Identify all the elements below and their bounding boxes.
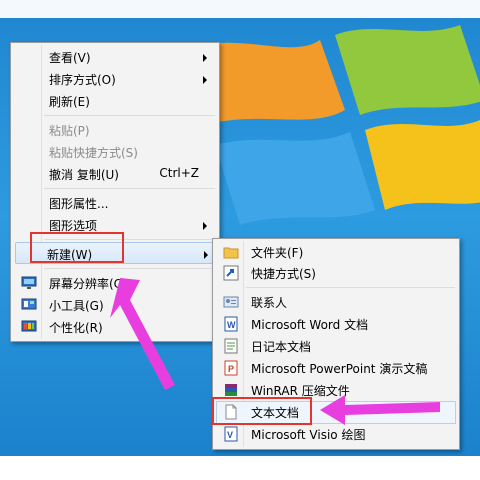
submenu-item-label: Microsoft Word 文档 — [251, 318, 369, 332]
submenu-item-label: 联系人 — [251, 296, 288, 310]
submenu-item-word-document[interactable]: W Microsoft Word 文档 — [215, 313, 457, 335]
menu-separator — [246, 287, 455, 288]
submenu-item-visio[interactable]: V Microsoft Visio 绘图 — [215, 423, 457, 445]
bottom-strip — [0, 456, 480, 480]
visio-icon: V — [224, 426, 238, 442]
submenu-arrow-icon — [203, 54, 207, 62]
menu-item-paste-shortcut[interactable]: 粘贴快捷方式(S) — [13, 141, 217, 163]
menu-item-label: 屏幕分辨率(C) — [49, 277, 127, 291]
menu-item-shortcut: Ctrl+Z — [159, 166, 199, 180]
svg-text:P: P — [228, 364, 234, 374]
menu-item-label: 小工具(G) — [49, 299, 104, 313]
menu-separator — [44, 115, 215, 116]
submenu-arrow-icon — [204, 251, 208, 259]
submenu-item-label: Microsoft PowerPoint 演示文稿 — [251, 362, 428, 376]
menu-item-undo-copy[interactable]: 撤消 复制(U) Ctrl+Z — [13, 163, 217, 185]
display-icon — [21, 276, 37, 289]
top-strip — [0, 0, 480, 18]
personalize-icon — [21, 320, 37, 332]
menu-item-view[interactable]: 查看(V) — [13, 46, 217, 68]
menu-item-screen-resolution[interactable]: 屏幕分辨率(C) — [13, 272, 217, 294]
menu-item-label: 撤消 复制(U) — [49, 168, 119, 182]
submenu-item-folder[interactable]: 文件夹(F) — [215, 241, 457, 263]
menu-item-label: 查看(V) — [49, 51, 91, 65]
submenu-item-label: 文件夹(F) — [251, 246, 304, 260]
powerpoint-icon: P — [224, 360, 238, 376]
desktop-context-menu: 查看(V) 排序方式(O) 刷新(E) 粘贴(P) 粘贴快捷方式(S) 撤消 复… — [10, 42, 220, 342]
menu-item-graphics-properties[interactable]: 图形属性... — [13, 192, 217, 214]
shortcut-icon — [223, 265, 239, 281]
submenu-item-powerpoint[interactable]: P Microsoft PowerPoint 演示文稿 — [215, 357, 457, 379]
new-item-highlight-box — [30, 232, 124, 263]
gadgets-icon — [21, 298, 37, 310]
word-doc-icon: W — [224, 316, 238, 332]
menu-item-personalize[interactable]: 个性化(R) — [13, 316, 217, 338]
menu-item-sort-by[interactable]: 排序方式(O) — [13, 68, 217, 90]
submenu-item-label: 快捷方式(S) — [251, 267, 316, 281]
menu-separator — [44, 268, 215, 269]
winrar-icon — [225, 384, 237, 396]
submenu-item-label: 日记本文档 — [251, 340, 312, 354]
journal-icon — [224, 338, 238, 354]
submenu-arrow-icon — [203, 222, 207, 230]
submenu-item-contact[interactable]: 联系人 — [215, 291, 457, 313]
menu-item-label: 刷新(E) — [49, 95, 90, 109]
svg-text:W: W — [227, 320, 236, 330]
submenu-arrow-icon — [203, 76, 207, 84]
menu-item-gadgets[interactable]: 小工具(G) — [13, 294, 217, 316]
menu-item-label: 图形属性... — [49, 197, 109, 211]
submenu-item-label: Microsoft Visio 绘图 — [251, 428, 366, 442]
menu-item-refresh[interactable]: 刷新(E) — [13, 90, 217, 112]
folder-icon — [223, 247, 239, 259]
menu-item-label: 粘贴快捷方式(S) — [49, 146, 138, 160]
contact-icon — [223, 296, 239, 308]
submenu-item-shortcut[interactable]: 快捷方式(S) — [215, 262, 457, 284]
menu-item-label: 排序方式(O) — [49, 73, 116, 87]
text-doc-highlight-box — [212, 397, 312, 425]
svg-text:V: V — [227, 430, 233, 440]
submenu-item-journal[interactable]: 日记本文档 — [215, 335, 457, 357]
menu-separator — [44, 188, 215, 189]
menu-item-label: 粘贴(P) — [49, 124, 90, 138]
menu-item-label: 个性化(R) — [49, 321, 103, 335]
menu-item-paste[interactable]: 粘贴(P) — [13, 119, 217, 141]
